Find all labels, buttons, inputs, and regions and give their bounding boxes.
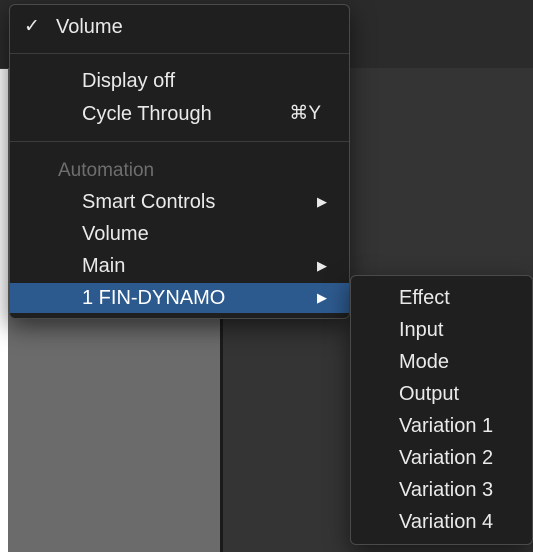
submenu-item-variation-1[interactable]: Variation 1 <box>399 410 493 442</box>
checkmark-icon: ✓ <box>24 16 40 37</box>
submenu-item-output[interactable]: Output <box>399 378 459 410</box>
submenu-fin-dynamo: Effect Input Mode Output Variation 1 Var… <box>350 275 533 545</box>
submenu-item-variation-3[interactable]: Variation 3 <box>399 474 493 506</box>
section-header-automation: Automation <box>58 160 155 181</box>
menu-item-smart-controls[interactable]: Smart Controls ▶ <box>10 186 349 218</box>
menu-item-fin-dynamo[interactable]: 1 FIN-DYNAMO ▶ <box>10 283 349 313</box>
menu-item-label: Cycle Through <box>82 103 212 125</box>
menu-item-cycle-through[interactable]: Cycle Through ⌘Y <box>10 98 349 130</box>
submenu-item-variation-4[interactable]: Variation 4 <box>399 506 493 538</box>
menu-item-main[interactable]: Main ▶ <box>10 250 349 282</box>
menu-item-volume-checked[interactable]: ✓ Volume <box>10 11 349 43</box>
menu-separator <box>10 53 349 54</box>
submenu-arrow-icon: ▶ <box>317 258 327 273</box>
menu-item-display-off[interactable]: Display off <box>10 65 349 97</box>
submenu-item-input[interactable]: Input <box>399 314 443 346</box>
menu-separator <box>10 141 349 142</box>
context-menu: ✓ Volume Display off Cycle Through ⌘Y Au… <box>9 4 350 319</box>
submenu-item-variation-2[interactable]: Variation 2 <box>399 442 493 474</box>
submenu-item-mode[interactable]: Mode <box>399 346 449 378</box>
menu-item-label: Volume <box>82 223 149 245</box>
screen: ✓ Volume Display off Cycle Through ⌘Y Au… <box>0 0 533 552</box>
keyboard-shortcut: ⌘Y <box>289 103 321 124</box>
submenu-item-effect[interactable]: Effect <box>399 282 450 314</box>
menu-item-label: Smart Controls <box>82 191 216 213</box>
submenu-arrow-icon: ▶ <box>317 290 327 305</box>
menu-item-label: 1 FIN-DYNAMO <box>82 287 226 309</box>
menu-item-volume[interactable]: Volume <box>10 218 349 250</box>
menu-item-label: Volume <box>56 16 123 38</box>
submenu-arrow-icon: ▶ <box>317 194 327 209</box>
menu-item-label: Main <box>82 255 126 277</box>
menu-item-label: Display off <box>82 70 176 92</box>
